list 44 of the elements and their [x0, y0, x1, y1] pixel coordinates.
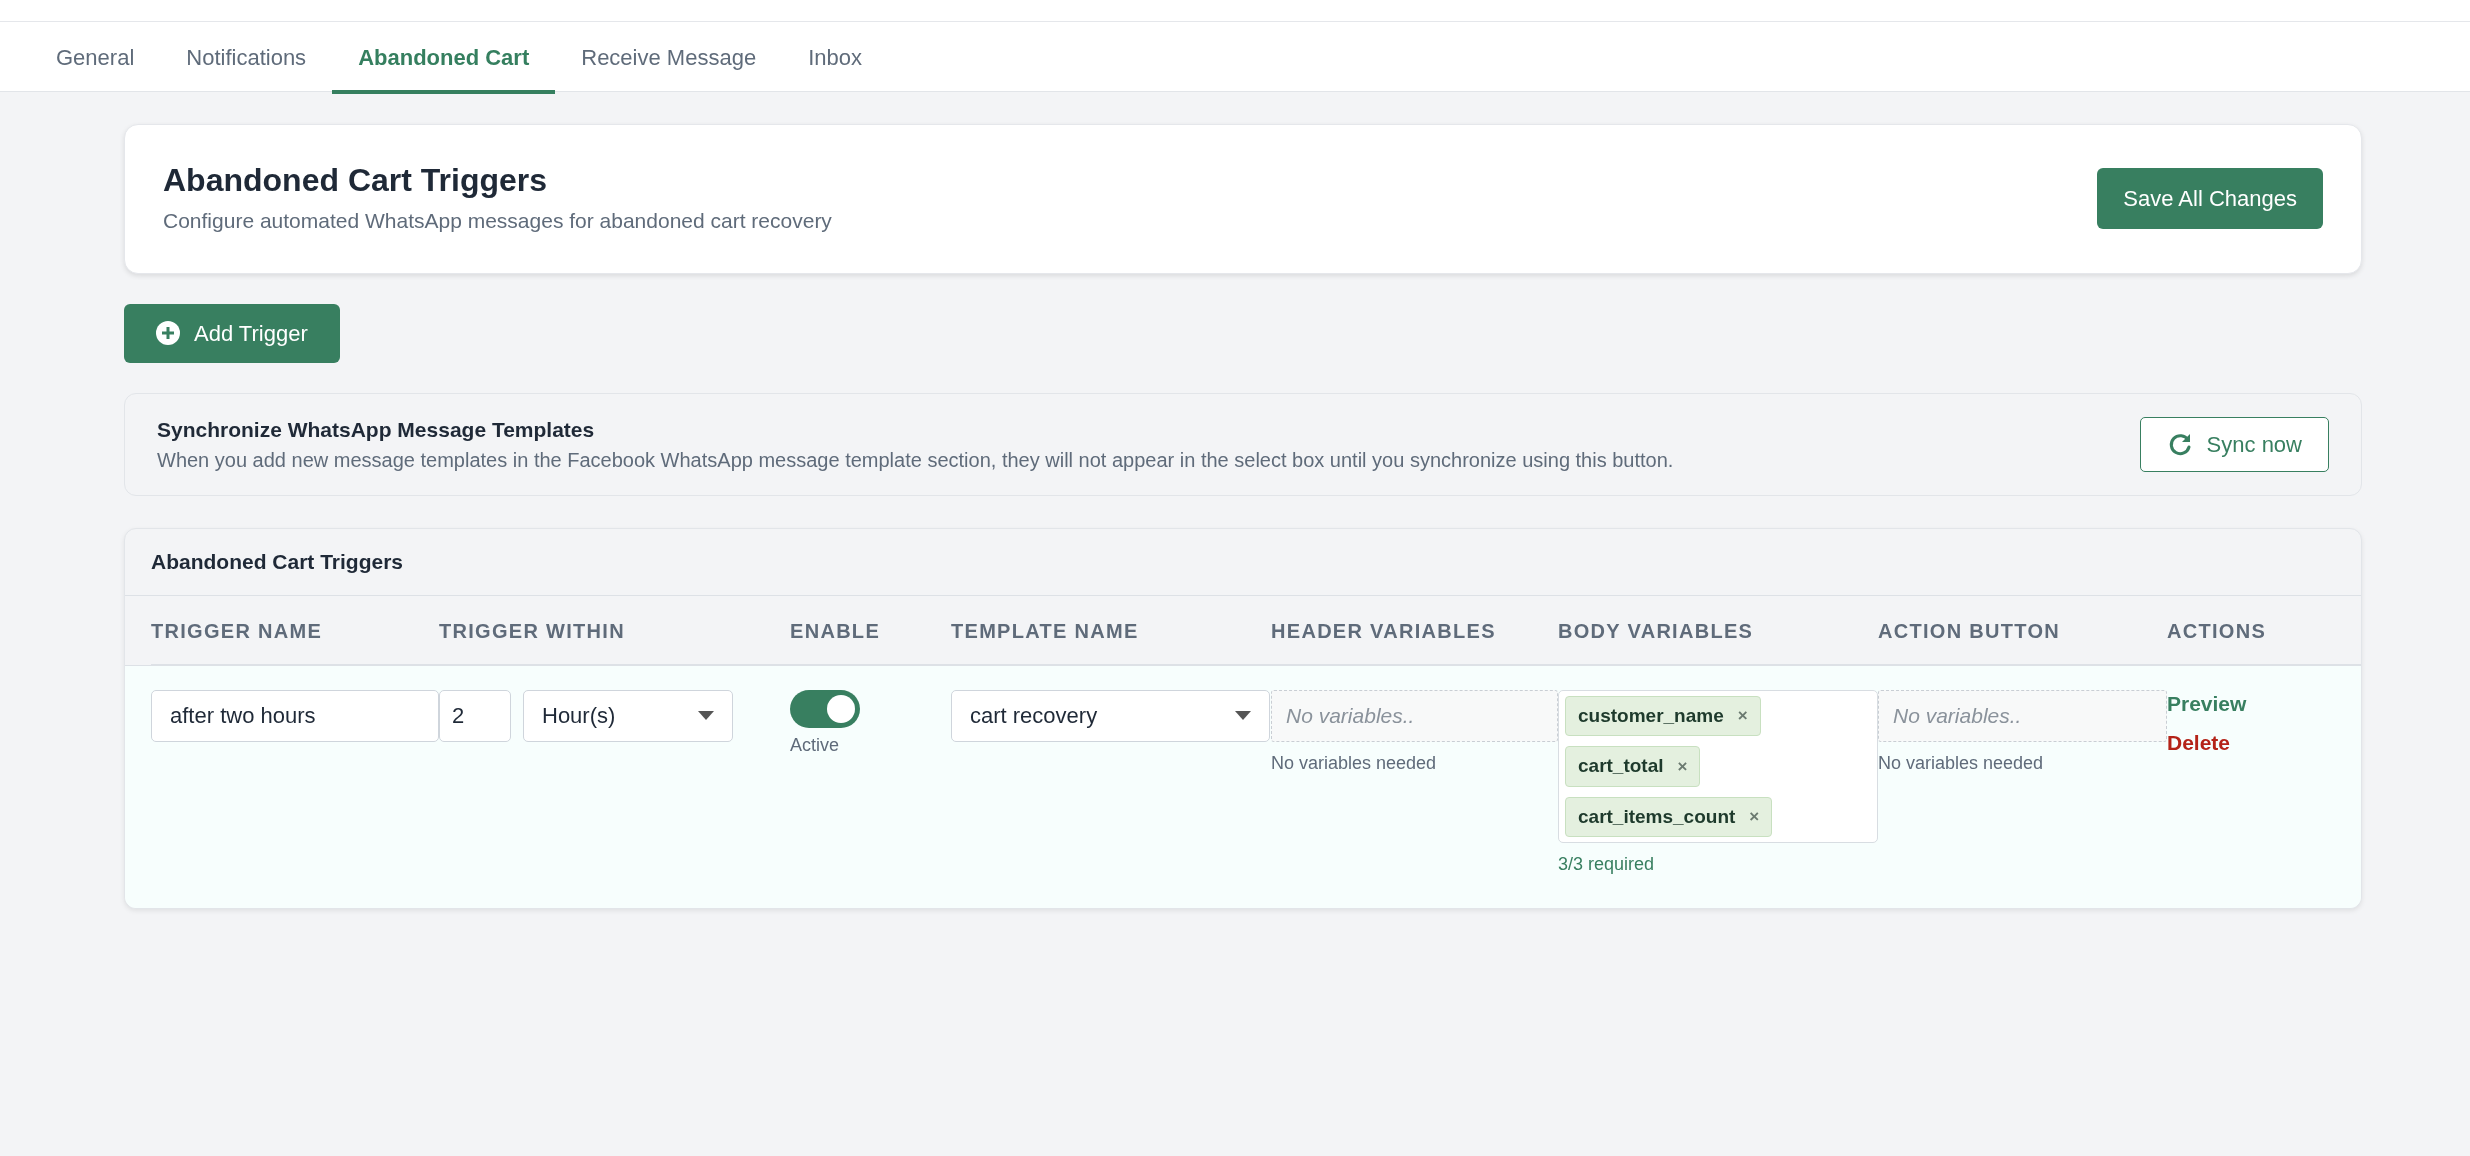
trigger-name-field[interactable]: after two hours: [151, 689, 439, 742]
required-count: 3/3 required: [1558, 853, 1655, 877]
tab[interactable]: General: [30, 24, 161, 94]
template-select[interactable]: cart recovery: [951, 689, 1270, 742]
caret-icon: [1235, 711, 1251, 721]
column-header: TEMPLATE NAME: [951, 619, 1139, 642]
column-header: BODY VARIABLES: [1558, 619, 1754, 642]
body-variables-field[interactable]: customer_name × cart_total × cart_items_count ×: [1558, 689, 1878, 844]
tab[interactable]: Receive Message: [555, 24, 783, 94]
sync-description: When you add new message templates in the Facebook WhatsApp message template section, they will not appear in the select box until you synchronize using this button.: [157, 448, 1674, 474]
page-title: Abandoned Cart Triggers: [163, 161, 549, 200]
sync-title: Synchronize WhatsApp Message Templates: [157, 416, 596, 443]
column-header: TRIGGER NAME: [151, 619, 323, 642]
column-header: ACTIONS: [2167, 619, 2267, 642]
remove-icon[interactable]: ×: [1737, 703, 1748, 729]
sync-now-button[interactable]: Sync now: [2139, 417, 2329, 473]
field-hint: No variables needed: [1878, 751, 2044, 775]
save-all-changes-button[interactable]: Save All Changes: [2097, 168, 2323, 230]
header-variables-field[interactable]: No variables..: [1271, 689, 1558, 742]
add-trigger-button[interactable]: Add Trigger: [124, 303, 340, 363]
field-hint: No variables needed: [1271, 751, 1437, 775]
unit-select[interactable]: Hour(s): [523, 689, 733, 742]
status-label: Active: [790, 733, 840, 757]
column-header: TRIGGER WITHIN: [439, 619, 625, 642]
variable-tag[interactable]: customer_name ×: [1565, 695, 1761, 737]
remove-icon[interactable]: ×: [1677, 753, 1688, 780]
variable-tag[interactable]: cart_total ×: [1565, 746, 1701, 787]
table-title: Abandoned Cart Triggers: [125, 529, 2361, 596]
tab[interactable]: Inbox: [782, 24, 888, 94]
column-header: HEADER VARIABLES: [1271, 619, 1496, 642]
trigger-within-field[interactable]: 2: [439, 689, 511, 742]
variable-tag[interactable]: cart_items_count ×: [1565, 796, 1773, 838]
column-header: ENABLE: [790, 619, 881, 642]
page-subtitle: Configure automated WhatsApp messages for abandoned cart recovery: [163, 208, 832, 235]
plus-circle-icon: [156, 321, 180, 346]
enable-toggle[interactable]: [790, 689, 860, 728]
tab[interactable]: Abandoned Cart: [332, 24, 556, 94]
action-button-field[interactable]: No variables..: [1878, 689, 2167, 742]
delete-link[interactable]: Delete: [2167, 727, 2231, 759]
remove-icon[interactable]: ×: [1749, 804, 1760, 830]
tab[interactable]: Notifications: [160, 24, 333, 94]
caret-icon: [698, 711, 714, 721]
column-header: ACTION BUTTON: [1878, 619, 2061, 642]
preview-link[interactable]: Preview: [2167, 687, 2247, 720]
